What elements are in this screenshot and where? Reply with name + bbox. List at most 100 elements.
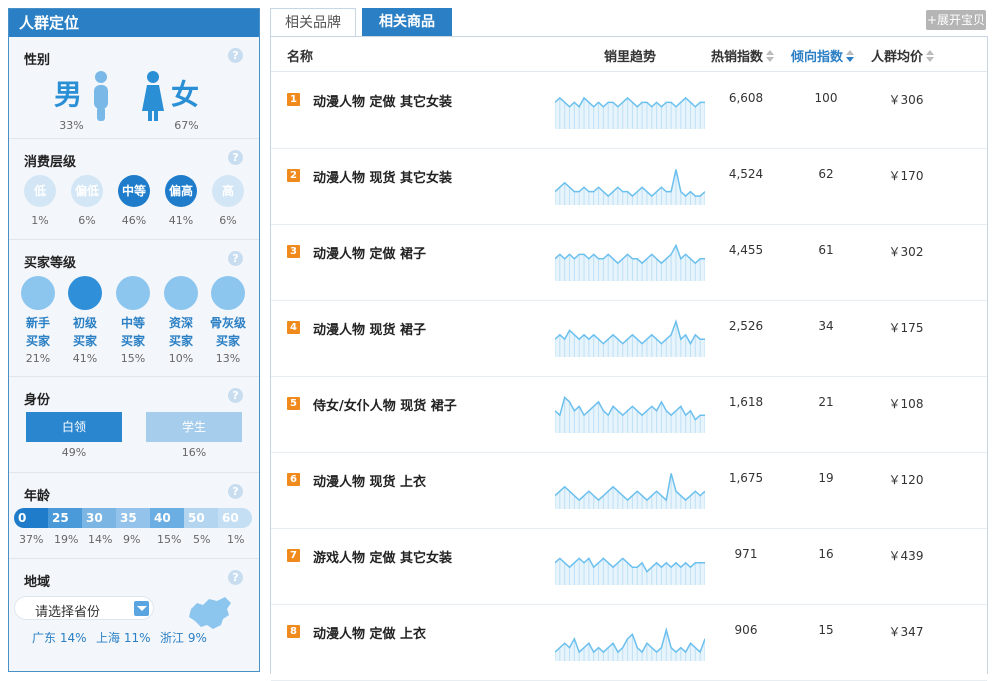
rank-badge: 6 — [287, 473, 300, 486]
region-item[interactable]: 浙江 9% — [160, 629, 207, 646]
tab-related-brands[interactable]: 相关品牌 — [270, 8, 356, 36]
consume-title: 消费层级 — [24, 155, 77, 170]
trend-area — [555, 558, 705, 585]
consume-level-4-button[interactable]: 偏高 — [165, 175, 197, 207]
identity-title: 身份 — [24, 393, 51, 408]
sort-icon[interactable] — [766, 50, 775, 62]
female-icon — [142, 71, 164, 121]
province-select[interactable]: 请选择省份 — [14, 596, 154, 620]
consume-level-pct: 1% — [31, 214, 49, 227]
province-select-placeholder: 请选择省份 — [35, 605, 101, 620]
identity-student-button[interactable]: 学生 — [146, 412, 242, 442]
identity-student-pct: 16% — [181, 446, 207, 459]
hot-index: 2,526 — [728, 319, 764, 333]
header-price-sort[interactable]: 人群均价 — [871, 46, 935, 65]
chevron-down-icon[interactable] — [134, 601, 149, 616]
product-name-link[interactable]: 动漫人物 现货 裙子 — [313, 319, 426, 338]
table-row[interactable]: 1 动漫人物 定做 其它女装 6,608 100 ￥306 — [271, 72, 987, 149]
buyer-level-label: 资深 — [168, 316, 193, 330]
consume-level-pct: 6% — [78, 214, 96, 227]
hot-index: 1,618 — [728, 395, 764, 409]
help-icon[interactable]: ? — [228, 251, 243, 266]
hot-index: 1,675 — [728, 471, 764, 485]
buyer-level-label: 买家 — [120, 334, 145, 348]
help-icon[interactable]: ? — [228, 388, 243, 403]
table-row[interactable]: 5 侍女/女仆人物 现货 裙子 1,618 21 ￥108 — [271, 376, 987, 453]
help-icon[interactable]: ? — [228, 48, 243, 63]
age-bar: 0 25 30 35 40 50 60 — [14, 508, 252, 528]
buyer-level-label: 中等 — [120, 316, 145, 330]
region-title: 地域 — [24, 575, 51, 590]
table-row[interactable]: 2 动漫人物 现货 其它女装 4,524 62 ￥170 — [271, 148, 987, 225]
trend-sparkline — [555, 243, 705, 281]
age-pct: 14% — [88, 533, 113, 546]
consume-level-3-button[interactable]: 中等 — [118, 175, 150, 207]
hot-index: 4,524 — [728, 167, 764, 181]
buyer-level-label: 买家 — [215, 334, 240, 348]
age-band-0[interactable]: 0 — [14, 508, 48, 528]
hot-index: 6,608 — [728, 91, 764, 105]
female-pct: 67% — [174, 119, 199, 132]
table-row[interactable]: 4 动漫人物 现货 裙子 2,526 34 ￥175 — [271, 300, 987, 377]
age-pct: 15% — [157, 533, 182, 546]
region-item[interactable]: 广东 14% — [32, 629, 87, 646]
help-icon[interactable]: ? — [228, 484, 243, 499]
consume-level-5-button[interactable]: 高 — [212, 175, 244, 207]
age-band-40[interactable]: 40 — [150, 508, 184, 528]
product-name-link[interactable]: 动漫人物 定做 其它女装 — [313, 91, 452, 110]
product-name-link[interactable]: 侍女/女仆人物 现货 裙子 — [313, 395, 457, 414]
table-row[interactable]: 6 动漫人物 现货 上衣 1,675 19 ￥120 — [271, 452, 987, 529]
age-band-30[interactable]: 30 — [82, 508, 116, 528]
buyer-level-label: 买家 — [72, 334, 97, 348]
help-icon[interactable]: ? — [228, 570, 243, 585]
male-icon — [94, 71, 108, 121]
product-name-link[interactable]: 动漫人物 定做 上衣 — [313, 623, 426, 642]
age-band-25[interactable]: 25 — [48, 508, 82, 528]
senior-buyer-icon — [164, 276, 198, 310]
consume-level-pct: 46% — [121, 214, 147, 227]
identity-whitecollar-button[interactable]: 白领 — [26, 412, 122, 442]
help-icon[interactable]: ? — [228, 150, 243, 165]
tendency-index: 61 — [818, 243, 834, 257]
trend-sparkline — [555, 169, 705, 205]
consume-level-pct: 41% — [168, 214, 194, 227]
header-hot-sort[interactable]: 热销指数 — [711, 46, 775, 65]
region-item[interactable]: 上海 11% — [96, 629, 151, 646]
sort-icon[interactable] — [926, 50, 935, 62]
expand-items-button[interactable]: +展开宝贝 — [926, 10, 986, 30]
table-row[interactable]: 3 动漫人物 定做 裙子 4,455 61 ￥302 — [271, 224, 987, 301]
female-label: 女 — [171, 78, 200, 111]
age-band-60[interactable]: 60 — [218, 508, 252, 528]
trend-sparkline — [555, 96, 705, 129]
trend-area — [555, 321, 705, 357]
header-tend-label: 倾向指数 — [791, 50, 844, 65]
avg-price: ￥120 — [888, 473, 924, 487]
table-row[interactable]: 8 动漫人物 定做 上衣 906 15 ￥347 — [271, 604, 987, 681]
china-map-icon — [189, 597, 231, 629]
crowd-panel: 人群定位 性别 ? 男 33% 女 67% 消费层级 ? 低 1% 偏低 6% 中等 46… — [8, 8, 260, 672]
product-name-link[interactable]: 动漫人物 定做 裙子 — [313, 243, 426, 262]
product-name-link[interactable]: 游戏人物 定做 其它女装 — [313, 547, 452, 566]
age-band-50[interactable]: 50 — [184, 508, 218, 528]
header-tend-sort[interactable]: 倾向指数 — [791, 46, 855, 65]
avg-price: ￥306 — [888, 93, 924, 107]
table-row[interactable]: 7 游戏人物 定做 其它女装 971 16 ￥439 — [271, 528, 987, 605]
product-name-link[interactable]: 动漫人物 现货 上衣 — [313, 471, 426, 490]
buyer-level-pct: 15% — [120, 352, 146, 365]
product-name-link[interactable]: 动漫人物 现货 其它女装 — [313, 167, 452, 186]
tab-related-goods[interactable]: 相关商品 — [362, 8, 452, 36]
avg-price: ￥175 — [888, 321, 924, 335]
consume-level-2-button[interactable]: 偏低 — [71, 175, 103, 207]
age-pct: 1% — [227, 533, 245, 546]
junior-buyer-icon — [68, 276, 102, 310]
consume-level-1-button[interactable]: 低 — [24, 175, 56, 207]
hot-index: 971 — [734, 547, 758, 561]
sort-icon[interactable] — [846, 50, 855, 62]
panel-title: 人群定位 — [9, 9, 259, 37]
rank-badge: 8 — [287, 625, 300, 638]
rank-badge: 7 — [287, 549, 300, 562]
gender-section: 性别 ? 男 33% 女 67% — [9, 37, 259, 137]
rank-badge: 1 — [287, 93, 300, 106]
age-band-35[interactable]: 35 — [116, 508, 150, 528]
trend-sparkline — [555, 473, 705, 509]
